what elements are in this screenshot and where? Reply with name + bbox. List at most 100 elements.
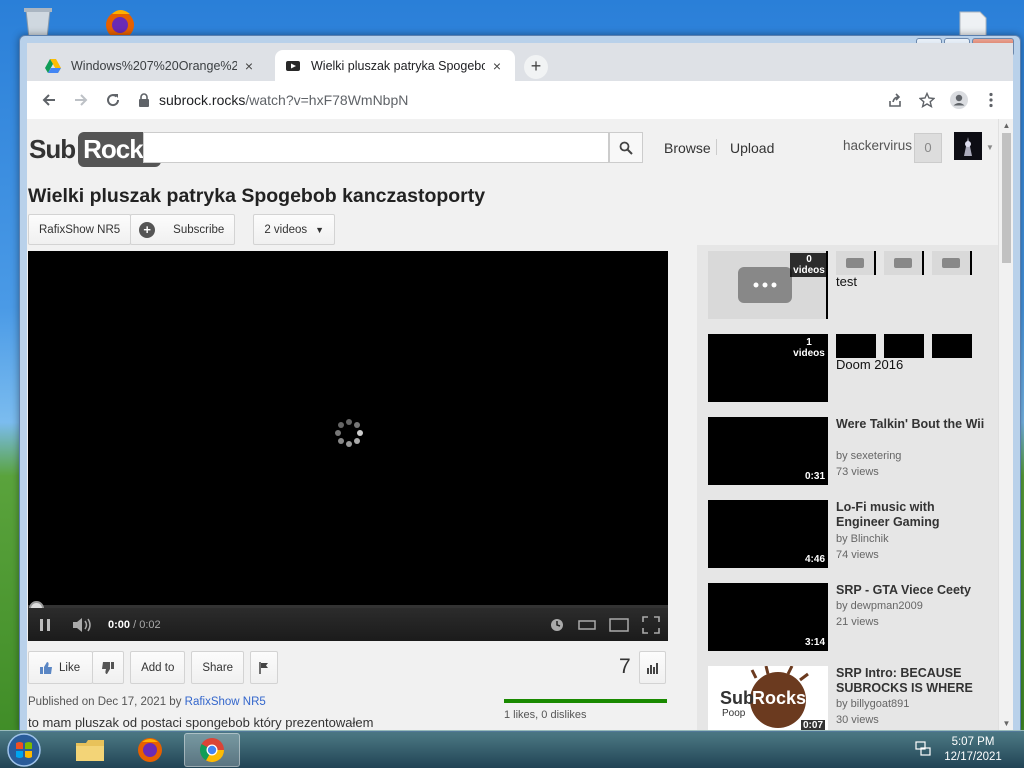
- dislike-button[interactable]: [92, 651, 125, 684]
- published-info: Published on Dec 17, 2021 by RafixShow N…: [28, 696, 266, 708]
- volume-icon: [73, 617, 91, 632]
- video-thumbnail[interactable]: Sub Rocks Poop 0:07: [708, 665, 828, 731]
- playlist-title[interactable]: test: [836, 274, 986, 289]
- view-count: 7: [619, 655, 631, 678]
- chrome-taskbar-button[interactable]: [184, 733, 240, 767]
- back-button[interactable]: [33, 84, 65, 116]
- subrocks-logo[interactable]: Sub Rocks: [29, 129, 162, 169]
- lock-icon: [139, 93, 149, 107]
- clock-time: 5:07 PM: [951, 736, 995, 748]
- channel-videos-dropdown[interactable]: 2 videos ▼: [253, 214, 336, 245]
- masthead: Sub Rocks Browse Upload hackervirus 0 ▼: [27, 119, 998, 181]
- add-to-button[interactable]: Add to: [130, 651, 186, 684]
- fullscreen-button[interactable]: [638, 608, 664, 641]
- playlist-thumbnail[interactable]: 1 videos: [708, 334, 828, 402]
- watch-later-button[interactable]: [546, 608, 568, 641]
- related-video-title[interactable]: Lo-Fi music with Engineer Gaming: [836, 500, 986, 530]
- related-video-item[interactable]: 4:46 Lo-Fi music with Engineer Gaming by…: [708, 500, 998, 568]
- mini-thumbnail: [836, 334, 876, 358]
- notification-count[interactable]: 0: [914, 133, 942, 163]
- nav-upload-link[interactable]: Upload: [730, 140, 774, 156]
- related-video-item[interactable]: 3:14 SRP - GTA Viece Ceety by dewpman200…: [708, 583, 998, 651]
- related-video-item[interactable]: 0:31 Were Talkin' Bout the Wii by sexete…: [708, 417, 998, 485]
- nav-browse-link[interactable]: Browse: [664, 140, 711, 156]
- count-number: 1: [806, 337, 812, 348]
- flag-button[interactable]: [250, 651, 279, 684]
- stats-button[interactable]: [639, 651, 666, 684]
- video-duration: 3:14: [804, 637, 825, 648]
- scroll-down-icon[interactable]: ▼: [999, 717, 1013, 731]
- share-page-button[interactable]: [879, 84, 911, 116]
- like-label: Like: [59, 661, 81, 674]
- related-video-title[interactable]: Were Talkin' Bout the Wii: [836, 417, 986, 432]
- mini-thumbnail: [932, 251, 972, 275]
- related-video-title[interactable]: SRP - GTA Viece Ceety: [836, 583, 986, 598]
- video-thumbnail[interactable]: 4:46: [708, 500, 828, 568]
- tab-subrocks-video[interactable]: Wielki pluszak patryka Spogebob ×: [275, 50, 515, 81]
- small-player-button[interactable]: [574, 608, 600, 641]
- system-clock[interactable]: 5:07 PM 12/17/2021: [938, 735, 1008, 765]
- browser-toolbar: subrock.rocks/watch?v=hxF78WmNbpN: [27, 81, 1013, 119]
- large-player-button[interactable]: [606, 608, 632, 641]
- scrollbar-thumb[interactable]: [1002, 133, 1011, 263]
- reload-button[interactable]: [97, 84, 129, 116]
- search-button[interactable]: [609, 132, 643, 163]
- avatar-dropdown-icon[interactable]: ▼: [986, 143, 994, 152]
- like-button[interactable]: Like: [28, 651, 94, 684]
- published-prefix: Published on Dec 17, 2021 by: [28, 696, 185, 708]
- video-views: 21 views: [836, 616, 879, 628]
- firefox-taskbar-button[interactable]: [122, 733, 178, 767]
- playlist-thumbnail[interactable]: 0 videos: [708, 251, 828, 319]
- network-tray-icon[interactable]: [914, 740, 932, 758]
- published-author-link[interactable]: RafixShow NR5: [185, 696, 266, 708]
- clock-icon: [551, 618, 563, 631]
- tab-close-icon[interactable]: ×: [489, 58, 505, 74]
- taskbar: 5:07 PM 12/17/2021: [0, 730, 1024, 768]
- videos-count-label: 2 videos: [264, 223, 308, 236]
- mini-thumbnail: [884, 251, 924, 275]
- bookmark-button[interactable]: [911, 84, 943, 116]
- clock-date: 12/17/2021: [944, 751, 1002, 763]
- search-input[interactable]: [143, 132, 609, 163]
- play-favicon-icon: [286, 60, 300, 71]
- video-thumbnail[interactable]: 0:31: [708, 417, 828, 485]
- playlist-title[interactable]: Doom 2016: [836, 357, 986, 372]
- browser-window: ▁ ▢ ✕ Windows%207%20Orange%20C × Wielki …: [19, 35, 1021, 732]
- count-label: videos: [793, 348, 825, 359]
- tab-windows7-orange[interactable]: Windows%207%20Orange%20C ×: [35, 50, 267, 81]
- chevron-down-icon: ▼: [315, 224, 325, 235]
- related-video-title[interactable]: SRP Intro: BECAUSE SUBROCKS IS WHERE: [836, 666, 986, 696]
- mini-thumbnail: [932, 334, 972, 358]
- current-time: 0:00: [108, 618, 131, 631]
- pause-button[interactable]: [28, 608, 62, 641]
- menu-button[interactable]: [975, 84, 1007, 116]
- channel-name-button[interactable]: RafixShow NR5: [28, 214, 132, 245]
- user-avatar[interactable]: [954, 132, 982, 160]
- start-button[interactable]: [4, 732, 44, 768]
- time-display: 0:00 / 0:02: [108, 619, 161, 631]
- address-bar[interactable]: subrock.rocks/watch?v=hxF78WmNbpN: [129, 86, 879, 114]
- forward-button[interactable]: [65, 84, 97, 116]
- share-button[interactable]: Share: [191, 651, 245, 684]
- subscribe-button[interactable]: + Subscribe: [130, 214, 236, 245]
- folder-icon: [76, 740, 104, 761]
- volume-button[interactable]: [62, 608, 102, 641]
- tab-close-icon[interactable]: ×: [241, 58, 257, 74]
- video-views: 74 views: [836, 549, 879, 561]
- page-scrollbar[interactable]: ▲ ▼: [998, 119, 1013, 731]
- playlist-item[interactable]: 1 videos Doom 2016: [708, 334, 998, 402]
- explorer-taskbar-button[interactable]: [62, 733, 118, 767]
- web-page: Sub Rocks Browse Upload hackervirus 0 ▼: [27, 119, 1013, 731]
- video-player[interactable]: 0:00 / 0:02: [28, 251, 668, 641]
- new-tab-button[interactable]: +: [524, 55, 548, 79]
- small-player-icon: [578, 619, 596, 630]
- playlist-item[interactable]: 0 videos test: [708, 251, 998, 319]
- scroll-up-icon[interactable]: ▲: [999, 119, 1013, 133]
- related-video-item[interactable]: Sub Rocks Poop 0:07 SRP Intro: BECAUSE S…: [708, 665, 998, 731]
- kebab-menu-icon: [989, 92, 993, 108]
- star-icon: [919, 92, 935, 108]
- username-link[interactable]: hackervirus: [843, 138, 912, 153]
- player-controls: 0:00 / 0:02: [28, 608, 668, 641]
- video-thumbnail[interactable]: 3:14: [708, 583, 828, 651]
- profile-button[interactable]: [943, 84, 975, 116]
